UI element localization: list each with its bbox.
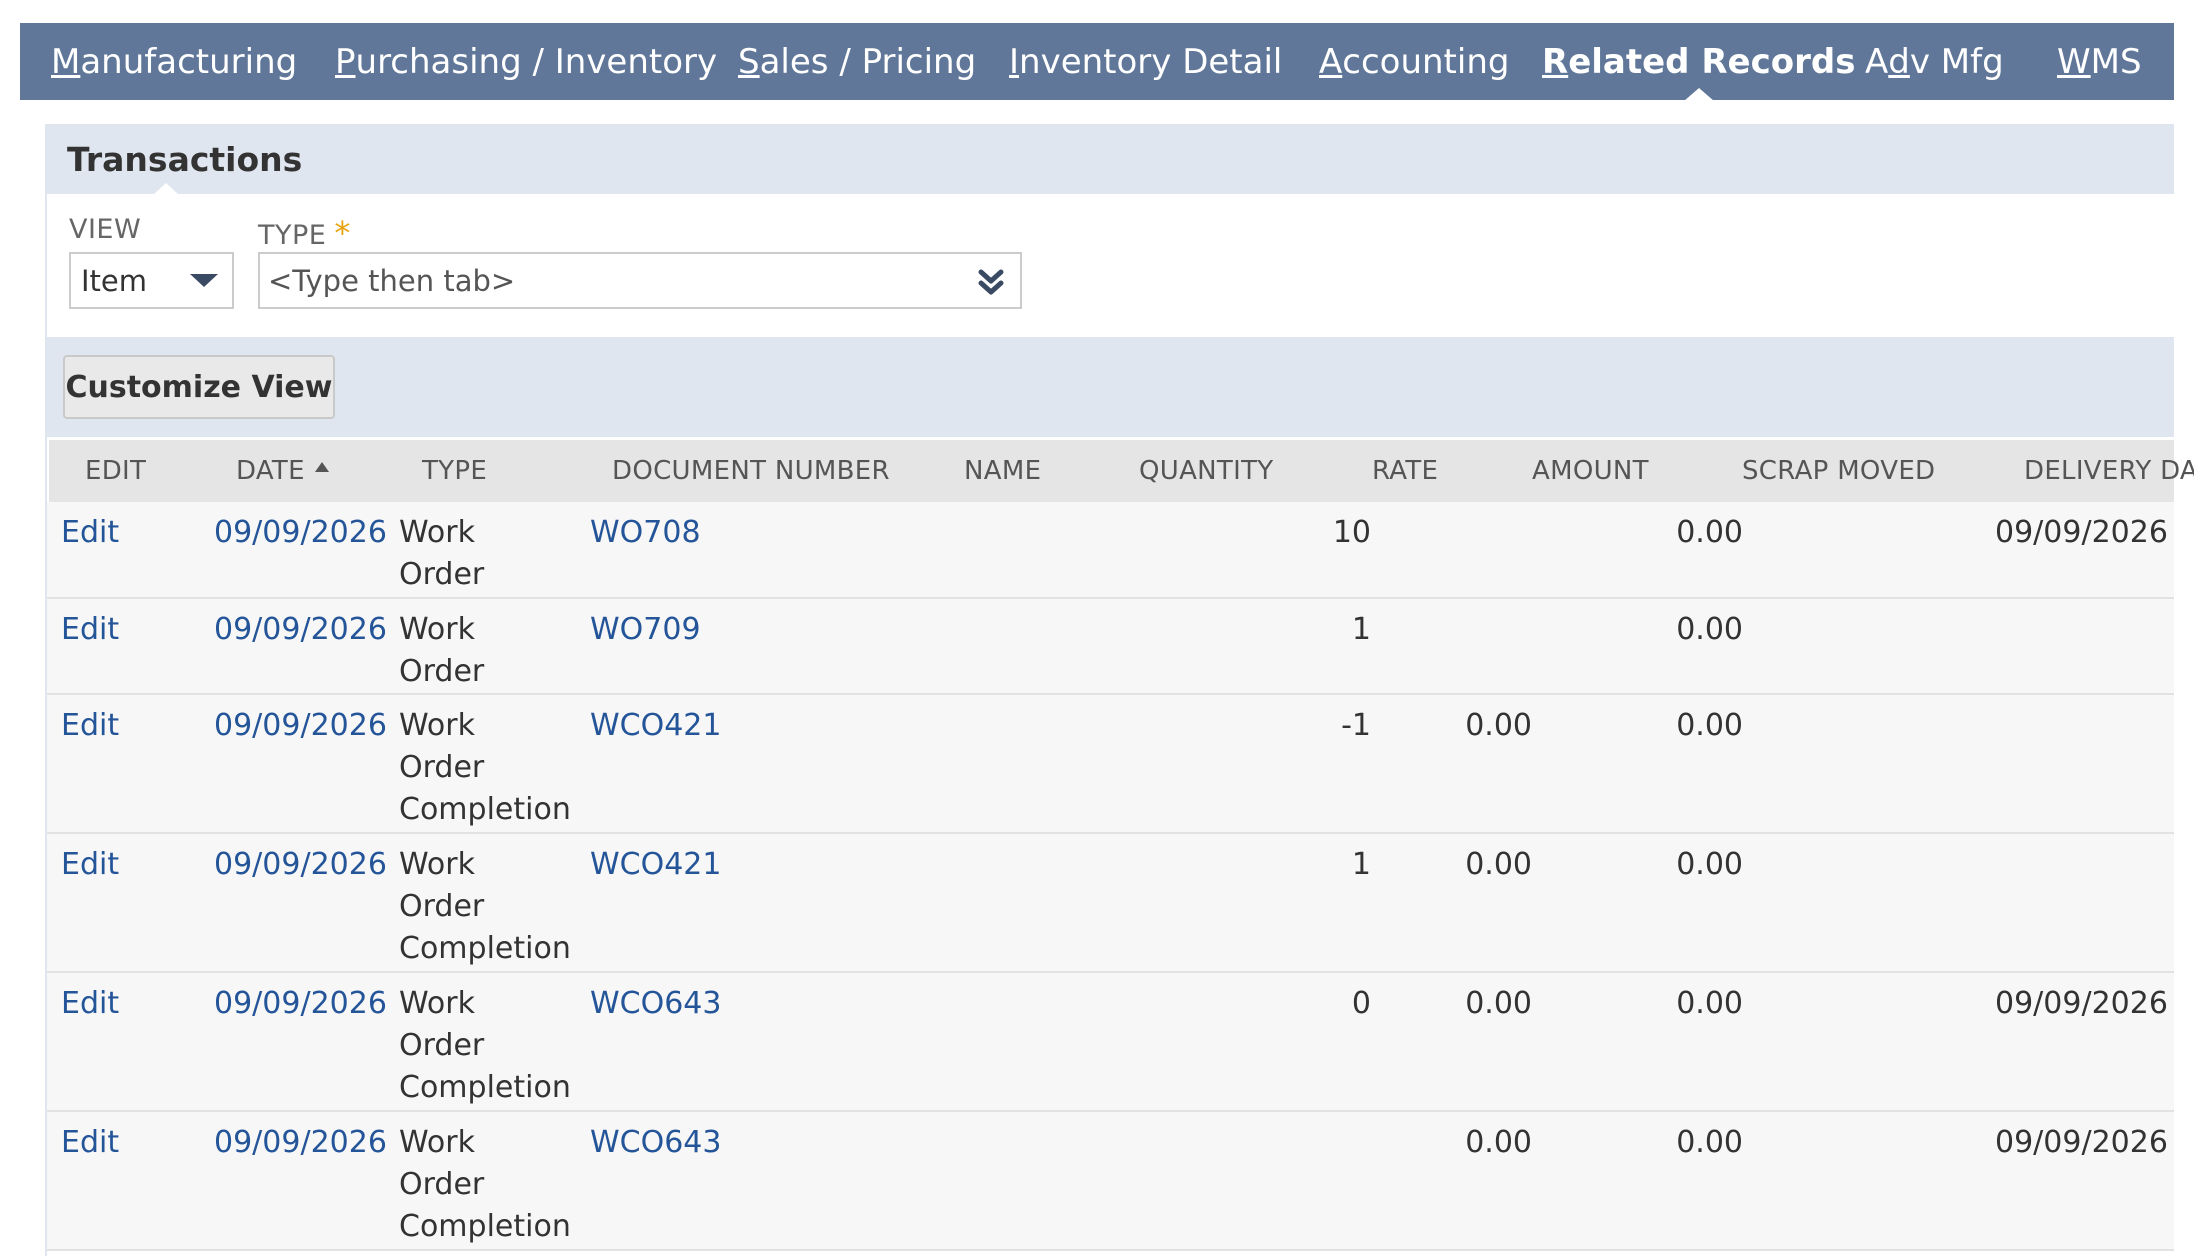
tab-inventory-detail[interactable]: Inventory Detail [1009, 23, 1282, 100]
date-link[interactable]: 09/09/2026 [214, 599, 387, 651]
main-tab-bar: Manufacturing Purchasing / Inventory Sal… [20, 23, 2174, 101]
view-select-value: Item [81, 263, 148, 298]
type-label: TYPE * [258, 214, 351, 252]
date-link[interactable]: 09/09/2026 [214, 695, 387, 747]
col-amount[interactable]: AMOUNT [1532, 440, 1649, 502]
col-quantity[interactable]: QUANTITY [1139, 440, 1273, 502]
sort-ascending-icon [314, 462, 329, 472]
table-row: Edit 09/09/2026 Work Order WO709 1 0.00 [47, 599, 2174, 695]
edit-link[interactable]: Edit [61, 599, 119, 651]
tab-manufacturing[interactable]: Manufacturing [51, 23, 297, 100]
tab-related-records[interactable]: Related Records [1542, 23, 1855, 101]
quantity-cell: 10 [1332, 515, 1371, 550]
table-row: Edit 09/09/2026 Work Order Completion WCO6… [47, 973, 2174, 1112]
document-number-link[interactable]: WCO643 [590, 973, 721, 1025]
col-name[interactable]: NAME [964, 440, 1041, 502]
date-link[interactable]: 09/09/2026 [214, 834, 387, 886]
list-toolbar: Customize View [45, 337, 2174, 437]
edit-link[interactable]: Edit [61, 973, 119, 1025]
customize-view-button[interactable]: Customize View [63, 355, 335, 419]
col-document-number[interactable]: DOCUMENT NUMBER [612, 440, 890, 502]
edit-link[interactable]: Edit [61, 695, 119, 747]
subtab-bar: Transactions [45, 124, 2174, 195]
rate-cell: 0.00 [1465, 986, 1532, 1021]
amount-cell: 0.00 [1676, 612, 1743, 647]
tab-sales-pricing[interactable]: Sales / Pricing [738, 23, 976, 100]
amount-cell: 0.00 [1676, 515, 1743, 550]
date-link[interactable]: 09/09/2026 [214, 1112, 387, 1164]
col-date[interactable]: DATE [236, 440, 329, 502]
rate-cell: 0.00 [1465, 847, 1532, 882]
rate-cell [1387, 599, 1532, 609]
view-select[interactable]: Item [69, 252, 234, 309]
edit-link[interactable]: Edit [61, 834, 119, 886]
rate-cell [1387, 502, 1532, 512]
document-number-link[interactable]: WO708 [590, 502, 701, 554]
col-delivery-date[interactable]: DELIVERY DATE [2024, 440, 2194, 502]
col-type[interactable]: TYPE [422, 440, 487, 502]
amount-cell: 0.00 [1676, 986, 1743, 1021]
amount-cell: 0.00 [1676, 847, 1743, 882]
quantity-cell: 1 [1351, 612, 1371, 647]
tab-wms[interactable]: W MS [2057, 23, 2142, 100]
delivery-date-cell: 09/09/2026 [1995, 515, 2168, 550]
view-label: VIEW [69, 214, 142, 245]
subtab-active-marker [153, 183, 179, 195]
tab-purchasing-inventory[interactable]: Purchasing / Inventory [335, 23, 717, 100]
type-input[interactable]: <Type then tab> [258, 252, 1022, 309]
type-cell: Work Order [399, 612, 485, 689]
document-number-link[interactable]: WCO421 [590, 834, 721, 886]
table-header: EDIT DATE TYPE DOCUMENT NUMBER NAME QUAN… [49, 440, 2194, 502]
subtab-label: Transactions [67, 139, 303, 179]
rate-cell: 0.00 [1465, 708, 1532, 743]
rate-cell: 0.00 [1465, 1125, 1532, 1160]
type-cell: Work Order Completion [399, 708, 571, 827]
date-link[interactable]: 09/09/2026 [214, 502, 387, 554]
edit-link[interactable]: Edit [61, 502, 119, 554]
type-cell: Work Order Completion [399, 986, 571, 1105]
quantity-cell: 1 [1351, 847, 1371, 882]
delivery-date-cell: 09/09/2026 [1995, 1125, 2168, 1160]
date-link[interactable]: 09/09/2026 [214, 973, 387, 1025]
amount-cell: 0.00 [1676, 1125, 1743, 1160]
document-number-link[interactable]: WCO643 [590, 1112, 721, 1164]
document-number-link[interactable]: WO709 [590, 599, 701, 651]
tab-accounting[interactable]: Accounting [1319, 23, 1509, 100]
type-cell: Work Order [399, 515, 485, 592]
table-row: Edit 09/09/2026 Work Order WO708 10 0.00 … [47, 502, 2174, 599]
col-scrap-moved[interactable]: SCRAP MOVED [1742, 440, 1935, 502]
amount-cell: 0.00 [1676, 708, 1743, 743]
type-label-text: TYPE [258, 220, 327, 251]
delivery-date-cell: 09/09/2026 [1995, 986, 2168, 1021]
type-cell: Work Order Completion [399, 1125, 571, 1244]
type-cell: Work Order Completion [399, 847, 571, 966]
caret-down-icon [190, 274, 218, 287]
quantity-cell: 0 [1351, 986, 1371, 1021]
quantity-cell: -1 [1341, 708, 1371, 743]
edit-link[interactable]: Edit [61, 1112, 119, 1164]
col-edit[interactable]: EDIT [85, 440, 146, 502]
table-row: Edit 09/09/2026 Work Order Completion WCO4… [47, 834, 2174, 973]
table-row: Edit 09/09/2026 Work Order Completion WCO4… [47, 695, 2174, 834]
table-row: Edit 09/09/2026 Work Order Completion WCO6… [47, 1112, 2174, 1251]
required-marker: * [334, 214, 351, 252]
quantity-cell [1227, 1112, 1371, 1122]
tab-adv-mfg[interactable]: Adv Mfg [1865, 23, 2004, 100]
col-rate[interactable]: RATE [1372, 440, 1438, 502]
double-chevron-down-icon[interactable] [976, 266, 1006, 298]
document-number-link[interactable]: WCO421 [590, 695, 721, 747]
type-input-placeholder: <Type then tab> [268, 263, 516, 298]
col-date-label: DATE [236, 456, 305, 486]
